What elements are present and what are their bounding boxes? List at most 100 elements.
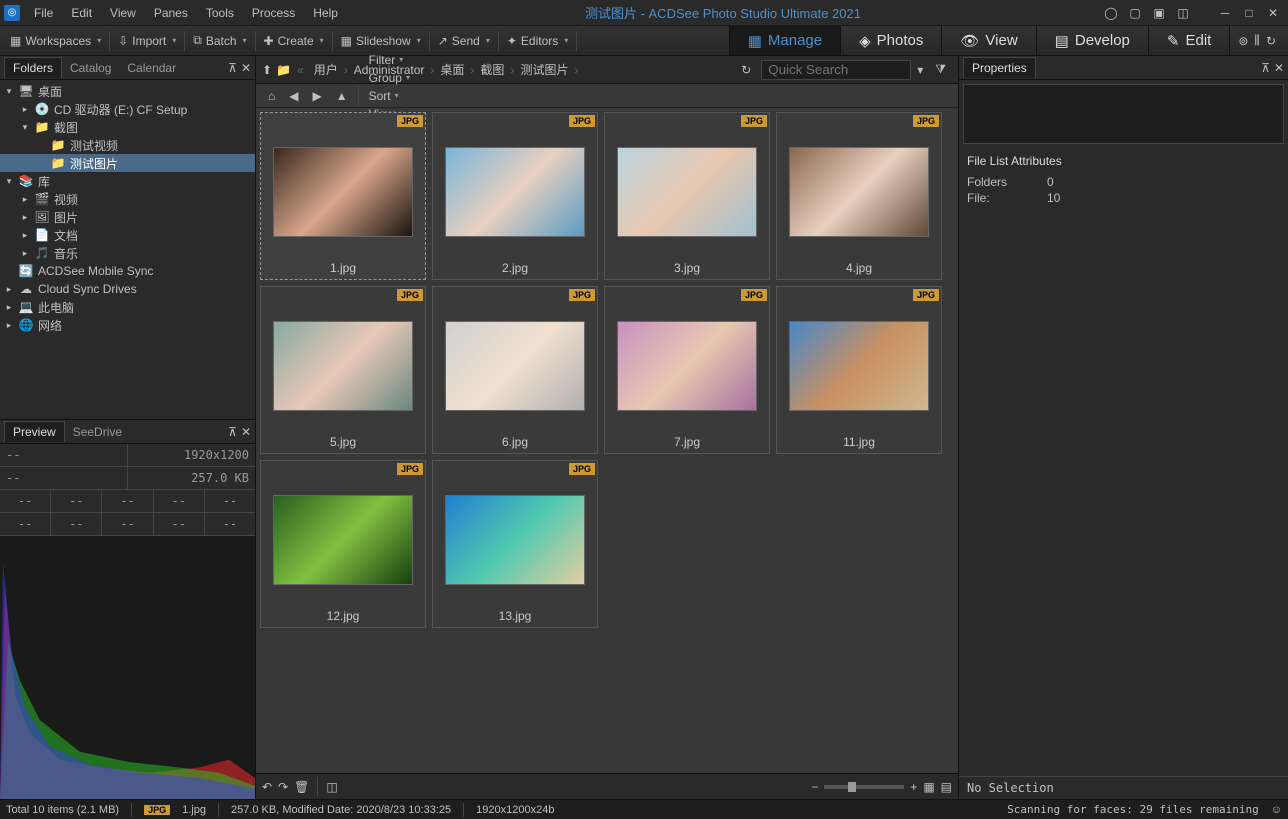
workspaces-button[interactable]: ▦ Workspaces▾ xyxy=(4,30,107,52)
tree-item[interactable]: 🔄 ACDSee Mobile Sync xyxy=(0,262,255,280)
minimize-button[interactable]: ─ xyxy=(1214,4,1236,22)
tree-item[interactable]: ▸ ☁ Cloud Sync Drives xyxy=(0,280,255,298)
zoom-slider[interactable] xyxy=(824,785,904,789)
rotate-right-icon[interactable]: ↷ xyxy=(278,780,288,794)
mode-view[interactable]: 👁 View xyxy=(941,26,1035,55)
tree-arrow-icon[interactable]: ▾ xyxy=(4,176,14,187)
tree-item[interactable]: ▸ 💻 此电脑 xyxy=(0,298,255,316)
thumbnail[interactable]: JPG 3.jpg xyxy=(604,112,770,280)
tree-item[interactable]: ▸ 📄 文档 xyxy=(0,226,255,244)
tree-arrow-icon[interactable]: ▸ xyxy=(4,302,14,313)
filter-dropdown[interactable]: Filter ▾ xyxy=(363,51,416,69)
menu-process[interactable]: Process xyxy=(244,3,303,23)
maximize-button[interactable]: □ xyxy=(1238,4,1260,22)
search-dropdown[interactable]: ▾ xyxy=(911,59,929,81)
nav-up-icon[interactable]: ▲ xyxy=(330,87,354,105)
breadcrumb-segment[interactable]: 截图 xyxy=(476,61,508,79)
stats-icon[interactable]: ⫼ xyxy=(1254,33,1260,48)
up-icon[interactable]: ⬆ xyxy=(262,63,272,77)
pin-icon[interactable]: ⊼ xyxy=(228,61,237,75)
calendar-tab[interactable]: Calendar xyxy=(119,58,184,78)
tree-arrow-icon[interactable]: ▸ xyxy=(4,320,14,331)
properties-tab[interactable]: Properties xyxy=(963,57,1036,78)
menu-tools[interactable]: Tools xyxy=(198,3,242,23)
tree-arrow-icon[interactable]: ▸ xyxy=(4,284,14,295)
thumbnail[interactable]: JPG 11.jpg xyxy=(776,286,942,454)
tree-item[interactable]: ▸ 💿 CD 驱动器 (E:) CF Setup xyxy=(0,100,255,118)
breadcrumb-segment[interactable]: 测试图片 xyxy=(516,61,572,79)
batch-button[interactable]: ⧉ Batch▾ xyxy=(187,29,252,52)
menu-panes[interactable]: Panes xyxy=(146,3,196,23)
tree-arrow-icon[interactable]: ▸ xyxy=(20,212,30,223)
mode-edit[interactable]: ✎ Edit xyxy=(1148,26,1229,55)
365-icon[interactable]: ⊚ xyxy=(1238,34,1248,48)
layout-icon-3[interactable]: ◫ xyxy=(1172,4,1194,22)
editors-button[interactable]: ✦ Editors▾ xyxy=(501,30,574,52)
mode-develop[interactable]: ▤ Develop xyxy=(1036,26,1148,55)
thumbnail[interactable]: JPG 12.jpg xyxy=(260,460,426,628)
tree-arrow-icon[interactable]: ▸ xyxy=(20,230,30,241)
tree-item[interactable]: ▸ 🎬 视频 xyxy=(0,190,255,208)
create-button[interactable]: ✚ Create▾ xyxy=(258,30,330,52)
zoom-in-icon[interactable]: + xyxy=(910,780,917,794)
thumbnail[interactable]: JPG 1.jpg xyxy=(260,112,426,280)
close-button[interactable]: ✕ xyxy=(1262,4,1284,22)
zoom-out-icon[interactable]: − xyxy=(811,780,818,794)
filter-funnel-icon[interactable]: ⧩ xyxy=(929,58,952,81)
user-icon[interactable]: ◯ xyxy=(1100,4,1122,22)
tree-item[interactable]: ▸ 🌐 网络 xyxy=(0,316,255,334)
thumbnail[interactable]: JPG 2.jpg xyxy=(432,112,598,280)
nav-back-icon[interactable]: ◀ xyxy=(283,87,304,105)
tree-item[interactable]: 📁 测试视频 xyxy=(0,136,255,154)
thumbnail[interactable]: JPG 4.jpg xyxy=(776,112,942,280)
seedrive-tab[interactable]: SeeDrive xyxy=(65,422,130,442)
menu-view[interactable]: View xyxy=(102,3,144,23)
catalog-tab[interactable]: Catalog xyxy=(62,58,119,78)
tree-arrow-icon[interactable]: ▾ xyxy=(4,86,14,97)
mode-manage[interactable]: ▦ Manage xyxy=(729,26,840,55)
sort-dropdown[interactable]: Sort ▾ xyxy=(363,87,416,105)
close-panel-icon[interactable]: ✕ xyxy=(241,425,251,439)
tree-arrow-icon[interactable]: ▸ xyxy=(20,248,30,259)
tree-item[interactable]: ▸ 🎵 音乐 xyxy=(0,244,255,262)
pin-icon[interactable]: ⊼ xyxy=(228,425,237,439)
breadcrumb-segment[interactable]: 用户 xyxy=(310,61,342,79)
tree-item[interactable]: 📁 测试图片 xyxy=(0,154,255,172)
compare-icon[interactable]: ◫ xyxy=(326,780,337,794)
tree-arrow-icon[interactable]: ▸ xyxy=(20,194,30,205)
menu-edit[interactable]: Edit xyxy=(63,3,100,23)
nav-fwd-icon[interactable]: ▶ xyxy=(306,87,327,105)
tree-item[interactable]: ▾ 🖥 桌面 xyxy=(0,82,255,100)
layout-icon-2[interactable]: ▣ xyxy=(1148,4,1170,22)
face-icon[interactable]: ☺ xyxy=(1271,804,1282,816)
menu-file[interactable]: File xyxy=(26,3,61,23)
slideshow-button[interactable]: ▦ Slideshow▾ xyxy=(335,30,427,52)
view-mode-2-icon[interactable]: ▤ xyxy=(941,780,952,794)
thumbnail[interactable]: JPG 13.jpg xyxy=(432,460,598,628)
tree-item[interactable]: ▾ 📚 库 xyxy=(0,172,255,190)
thumbnail[interactable]: JPG 5.jpg xyxy=(260,286,426,454)
tree-item[interactable]: ▸ 🖼 图片 xyxy=(0,208,255,226)
rotate-left-icon[interactable]: ↶ xyxy=(262,780,272,794)
layout-icon-1[interactable]: ▢ xyxy=(1124,4,1146,22)
tree-arrow-icon[interactable]: ▾ xyxy=(20,122,30,133)
menu-help[interactable]: Help xyxy=(305,3,346,23)
tree-item[interactable]: ▾ 📁 截图 xyxy=(0,118,255,136)
send-button[interactable]: ↗ Send▾ xyxy=(432,30,496,52)
preview-tab[interactable]: Preview xyxy=(4,421,65,442)
mode-photos[interactable]: ◈ Photos xyxy=(840,26,941,55)
nav-home-icon[interactable]: ⌂ xyxy=(262,87,281,105)
close-panel-icon[interactable]: ✕ xyxy=(1274,61,1284,75)
thumbnail[interactable]: JPG 6.jpg xyxy=(432,286,598,454)
breadcrumb-segment[interactable]: 桌面 xyxy=(436,61,468,79)
folders-tab[interactable]: Folders xyxy=(4,57,62,78)
view-mode-1-icon[interactable]: ▦ xyxy=(923,780,934,794)
delete-icon[interactable]: 🗑 xyxy=(294,780,309,794)
thumbnail[interactable]: JPG 7.jpg xyxy=(604,286,770,454)
pin-icon[interactable]: ⊼ xyxy=(1261,61,1270,75)
refresh-icon[interactable]: ↻ xyxy=(741,63,751,77)
tree-arrow-icon[interactable]: ▸ xyxy=(20,104,30,115)
close-panel-icon[interactable]: ✕ xyxy=(241,61,251,75)
sync-icon[interactable]: ↻ xyxy=(1266,34,1276,48)
import-button[interactable]: ⇩ Import▾ xyxy=(112,30,182,52)
